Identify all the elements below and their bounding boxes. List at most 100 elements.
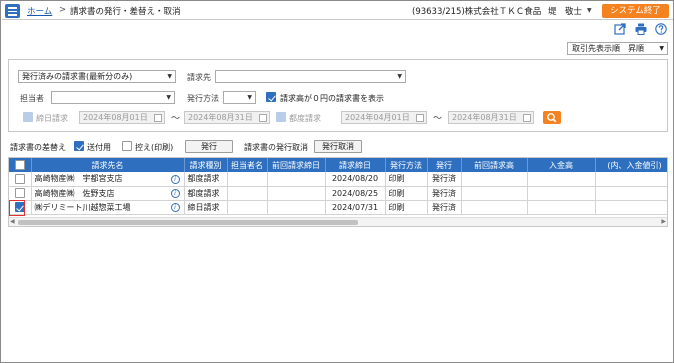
column-header[interactable]: 請求種別	[184, 158, 228, 172]
scrollbar-thumb[interactable]	[18, 219, 358, 225]
staff-select[interactable]: ▼	[51, 91, 175, 104]
help-icon[interactable]	[655, 23, 667, 35]
each-from-date[interactable]: 2024年04月01日	[341, 111, 427, 124]
staff-cell	[227, 200, 268, 215]
staff-cell	[227, 172, 268, 187]
billing-name: 高崎物産㈱ 佐野支店	[34, 188, 115, 198]
breadcrumb-home-link[interactable]: ホーム	[27, 5, 52, 17]
scroll-left-arrow-icon[interactable]: ◀	[10, 218, 15, 225]
chevron-down-icon: ▼	[166, 94, 171, 101]
prev-amount-cell	[461, 172, 528, 187]
each-to-value: 2024年08月31日	[452, 113, 517, 122]
horizontal-scrollbar[interactable]: ◀ ▶	[9, 217, 667, 226]
row-select-cell[interactable]	[9, 186, 32, 201]
table-row[interactable]: ㈱デリミート川越惣菜工場 i 締日請求 2024/07/31 印刷 発行済	[9, 200, 667, 215]
calendar-icon[interactable]	[416, 113, 424, 122]
invoice-type-select[interactable]: 発行済みの請求書(最新分のみ) ▼	[18, 70, 176, 83]
system-exit-button[interactable]: システム終了	[602, 4, 669, 18]
column-header[interactable]: 発行	[427, 158, 462, 172]
issue-button[interactable]: 発行	[185, 140, 233, 153]
column-header[interactable]: 請求先名	[31, 158, 185, 172]
issue-method-cell: 印刷	[385, 200, 428, 215]
close-date-cell: 2024/07/31	[325, 200, 386, 215]
billing-type-cell: 都度請求	[184, 186, 228, 201]
range-tilde: ～	[171, 114, 181, 124]
issue-method-cell: 印刷	[385, 186, 428, 201]
invoice-type-value: 発行済みの請求書(最新分のみ)	[22, 72, 133, 81]
export-icon[interactable]	[614, 23, 626, 35]
billing-type-cell: 都度請求	[184, 172, 228, 187]
prev-close-cell	[267, 186, 326, 201]
chevron-down-icon: ▼	[397, 73, 402, 80]
closing-from-value: 2024年08月01日	[83, 113, 148, 122]
zero-amount-checkbox[interactable]	[266, 92, 276, 102]
copy-print-label: 控え(印刷)	[135, 143, 174, 152]
calendar-icon[interactable]	[523, 113, 531, 122]
issued-cell: 発行済	[427, 186, 462, 201]
invoice-table: 請求先名 請求種別 担当者名 前回請求締日 請求締日 発行方法 発行 前回請求高…	[9, 158, 667, 215]
closing-billing-label: 締日請求	[36, 114, 68, 123]
zero-amount-label: 請求高が０円の請求書を表示	[280, 94, 384, 103]
close-date-cell: 2024/08/25	[325, 186, 386, 201]
issue-method-label: 発行方法	[187, 94, 219, 103]
hamburger-menu-icon[interactable]	[5, 4, 20, 18]
range-tilde: ～	[433, 114, 443, 124]
discount-cell	[595, 200, 667, 215]
billing-name-cell: 高崎物産㈱ 佐野支店 i	[31, 186, 185, 201]
row-checkbox[interactable]	[14, 188, 25, 198]
info-icon[interactable]: i	[170, 174, 180, 184]
row-checkbox[interactable]	[14, 173, 25, 184]
attach-checkbox[interactable]	[74, 141, 84, 151]
column-header[interactable]: 前回請求高	[461, 158, 528, 172]
search-icon	[547, 113, 555, 121]
billing-to-select[interactable]: ▼	[215, 70, 406, 83]
sort-order-select[interactable]: 取引先表示順 昇順 ▼	[567, 42, 668, 55]
billing-name-cell: ㈱デリミート川越惣菜工場 i	[31, 200, 185, 215]
user-name[interactable]: 堤 敬士	[548, 5, 582, 17]
prev-close-cell	[267, 172, 326, 187]
paid-amount-cell	[527, 200, 596, 215]
chevron-down-icon: ▼	[247, 94, 252, 101]
select-all-checkbox[interactable]	[14, 160, 25, 170]
column-header[interactable]: 担当者名	[227, 158, 268, 172]
column-header[interactable]: (内、入金値引)	[595, 158, 667, 172]
print-icon[interactable]	[635, 23, 647, 35]
row-select-cell[interactable]	[9, 172, 32, 187]
prev-close-cell	[267, 200, 326, 215]
closing-to-date[interactable]: 2024年08月31日	[184, 111, 270, 124]
billing-type-cell: 締日請求	[184, 200, 228, 215]
info-icon[interactable]: i	[170, 203, 180, 212]
column-header[interactable]: 請求締日	[325, 158, 386, 172]
issue-method-select[interactable]: ▼	[223, 91, 256, 104]
prev-amount-cell	[461, 200, 528, 215]
cancel-issue-label: 請求書の発行取消	[244, 143, 308, 152]
copy-print-checkbox[interactable]	[122, 141, 132, 151]
user-menu-chevron-down-icon[interactable]: ▼	[587, 7, 592, 14]
chevron-down-icon: ▼	[167, 73, 172, 80]
replace-invoice-label: 請求書の差替え	[10, 143, 66, 152]
calendar-icon[interactable]	[259, 113, 267, 122]
header-select-all[interactable]	[9, 158, 32, 172]
calendar-icon[interactable]	[154, 113, 162, 122]
each-to-date[interactable]: 2024年08月31日	[448, 111, 534, 124]
cancel-issue-button[interactable]: 発行取消	[314, 140, 362, 153]
staff-label: 担当者	[20, 94, 44, 103]
billing-name-cell: 高崎物産㈱ 宇都宮支店 i	[31, 172, 185, 187]
closing-billing-checkbox[interactable]	[23, 112, 33, 122]
table-row[interactable]: 高崎物産㈱ 宇都宮支店 i 都度請求 2024/08/20 印刷 発行済	[9, 172, 667, 187]
closing-from-date[interactable]: 2024年08月01日	[79, 111, 165, 124]
each-billing-checkbox[interactable]	[276, 112, 286, 122]
search-button[interactable]	[543, 111, 561, 124]
app-window: ホーム > 請求書の発行・差替え・取消 (93633/215)株式会社ＴＫＣ食品…	[0, 0, 674, 363]
column-header[interactable]: 入金高	[527, 158, 596, 172]
closing-to-value: 2024年08月31日	[188, 113, 253, 122]
sort-order-value: 取引先表示順 昇順	[572, 44, 644, 53]
info-icon[interactable]: i	[170, 189, 180, 198]
table-row[interactable]: 高崎物産㈱ 佐野支店 i 都度請求 2024/08/25 印刷 発行済	[9, 186, 667, 201]
column-header[interactable]: 発行方法	[385, 158, 428, 172]
chevron-down-icon: ▼	[659, 45, 664, 52]
scroll-right-arrow-icon[interactable]: ▶	[661, 218, 666, 225]
selection-highlight	[9, 200, 25, 216]
discount-cell	[595, 172, 667, 187]
column-header[interactable]: 前回請求締日	[267, 158, 326, 172]
